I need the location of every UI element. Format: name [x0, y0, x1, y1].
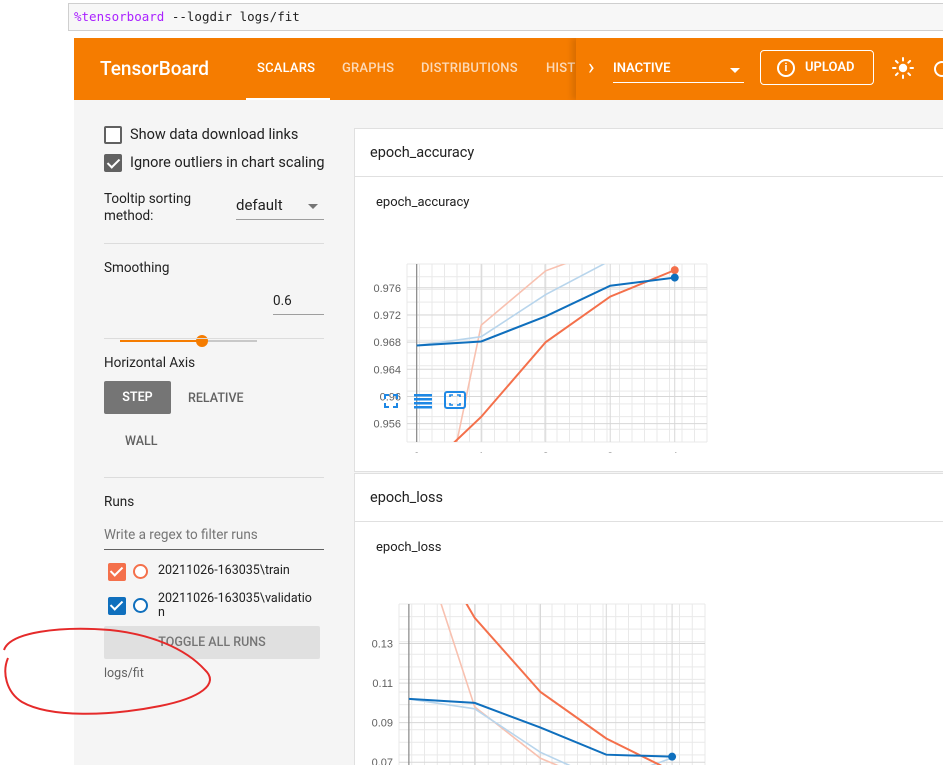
run-train-label: 20211026-163035\train	[158, 563, 290, 578]
runs-filter-placeholder: Write a regex to filter runs	[104, 527, 258, 543]
x-tick-label: 2	[543, 451, 549, 453]
x-tick-label: 4	[672, 451, 678, 453]
smoothing-label: Smoothing	[104, 260, 170, 276]
reload-state-select[interactable]: INACTIVE	[613, 59, 744, 83]
reload-state-value: INACTIVE	[613, 61, 671, 76]
ignore-outliers-checkbox[interactable]	[104, 154, 122, 172]
top-bar: TensorBoard SCALARS GRAPHS DISTRIBUTIONS…	[74, 38, 943, 100]
y-tick-label: 0.976	[373, 283, 401, 295]
haxis-wall-button[interactable]: WALL	[125, 434, 158, 449]
runs-filter-input[interactable]: Write a regex to filter runs	[104, 525, 324, 550]
ignore-outliers-label-clip: Ignore outliers in chart scaling	[130, 154, 324, 176]
smoothing-slider-fill	[120, 340, 203, 342]
run-validation-label-line1: 20211026-163035\validatio	[158, 591, 312, 606]
x-tick-label: 0	[414, 451, 420, 453]
fit-domain-icon[interactable]	[444, 391, 466, 409]
chart-title: epoch_accuracy	[376, 195, 470, 210]
divider	[104, 477, 324, 478]
tooltip-sorting-label-line2: method:	[104, 208, 154, 224]
y-tick-label: 0.956	[373, 419, 401, 431]
red-annotation-scribble	[3, 627, 211, 715]
card-header-title: epoch_loss	[370, 489, 443, 506]
accuracy-chart[interactable]: 0.9560.960.9640.9680.9720.97601234	[355, 213, 715, 453]
tooltip-sorting-select[interactable]: default	[236, 194, 324, 220]
loss-chart[interactable]: 0.070.090.110.1301234	[355, 558, 715, 765]
tab-histograms-clip: HIST	[544, 38, 576, 100]
last-point-validation	[670, 273, 679, 282]
tab-scalars[interactable]: SCALARS	[257, 61, 315, 76]
tag-filter-input[interactable]	[344, 100, 943, 104]
chevron-right-icon[interactable]: ›	[588, 55, 595, 81]
last-point-validation	[668, 752, 677, 761]
divider	[104, 243, 324, 244]
tooltip-sorting-label-line1: Tooltip sorting	[104, 191, 192, 207]
y-tick-label: 0.968	[373, 337, 401, 349]
ignore-outliers-label: Ignore outliers in chart scaling	[130, 154, 324, 171]
last-point-train	[670, 266, 679, 275]
card-epoch-accuracy: epoch_accuracy epoch_accuracy 0.956 0.96 0…	[354, 128, 943, 472]
tab-graphs[interactable]: GRAPHS	[342, 61, 394, 76]
y-tick-label: 0.13	[372, 639, 393, 651]
run-validation-checkbox[interactable]	[108, 597, 126, 615]
card-header[interactable]: epoch_loss	[355, 474, 943, 522]
magic-command: %tensorboard	[74, 9, 165, 24]
chevron-down-icon	[308, 204, 318, 209]
card-header[interactable]: epoch_accuracy	[355, 129, 943, 177]
grid	[398, 603, 706, 765]
y-tick-label: 0.964	[373, 364, 401, 376]
show-download-links-label: Show data download links	[130, 126, 299, 143]
fullscreen-icon[interactable]	[383, 393, 399, 409]
y-tick-label: 0.07	[372, 757, 393, 765]
chart-title: epoch_loss	[376, 540, 442, 555]
theme-toggle-sun-icon[interactable]	[892, 57, 914, 79]
x-tick-label: 1	[478, 451, 484, 453]
x-tick-label: 3	[607, 451, 613, 453]
info-icon: i	[777, 59, 795, 77]
y-tick-label: 0.09	[372, 718, 393, 730]
smoothing-slider-thumb[interactable]	[196, 335, 209, 347]
card-epoch-loss: epoch_loss epoch_loss 0.070.090.110.1301…	[354, 473, 943, 765]
chevron-down-icon	[730, 68, 740, 73]
run-train-checkbox[interactable]	[108, 563, 126, 581]
show-download-links-checkbox[interactable]	[104, 126, 122, 144]
run-validation-label-line2: n	[158, 605, 165, 620]
haxis-relative-button[interactable]: RELATIVE	[188, 391, 244, 406]
y-tick-label: 0.972	[373, 310, 401, 322]
toggle-log-scale-icon[interactable]	[413, 393, 433, 409]
topbar-controls: › INACTIVE i UPLOAD	[576, 38, 943, 100]
tab-distributions[interactable]: DISTRIBUTIONS	[421, 61, 518, 76]
brand-title: TensorBoard	[100, 57, 209, 80]
tab-histograms[interactable]: HIST	[546, 61, 576, 76]
upload-button[interactable]: i UPLOAD	[760, 50, 874, 85]
smoothing-value: 0.6	[273, 293, 292, 309]
notebook-code-cell[interactable]: %tensorboard --logdir logs/fit	[68, 3, 943, 31]
horizontal-axis-label: Horizontal Axis	[104, 355, 196, 371]
card-header-title: epoch_accuracy	[370, 144, 475, 161]
divider	[104, 338, 324, 339]
upload-button-label: UPLOAD	[805, 60, 855, 75]
smoothing-input[interactable]: 0.6	[273, 290, 324, 315]
settings-icon[interactable]	[934, 61, 943, 77]
grid	[406, 263, 708, 443]
runs-label: Runs	[104, 494, 135, 510]
main-panel: epoch_accuracy epoch_accuracy 0.956 0.96 0…	[344, 100, 943, 765]
magic-args: --logdir logs/fit	[164, 9, 300, 24]
haxis-step-button[interactable]: STEP	[104, 381, 171, 414]
run-validation-color-swatch[interactable]	[133, 598, 148, 613]
y-tick-label: 0.11	[372, 678, 393, 690]
tooltip-sorting-value: default	[236, 196, 283, 214]
run-train-color-swatch[interactable]	[133, 564, 148, 579]
